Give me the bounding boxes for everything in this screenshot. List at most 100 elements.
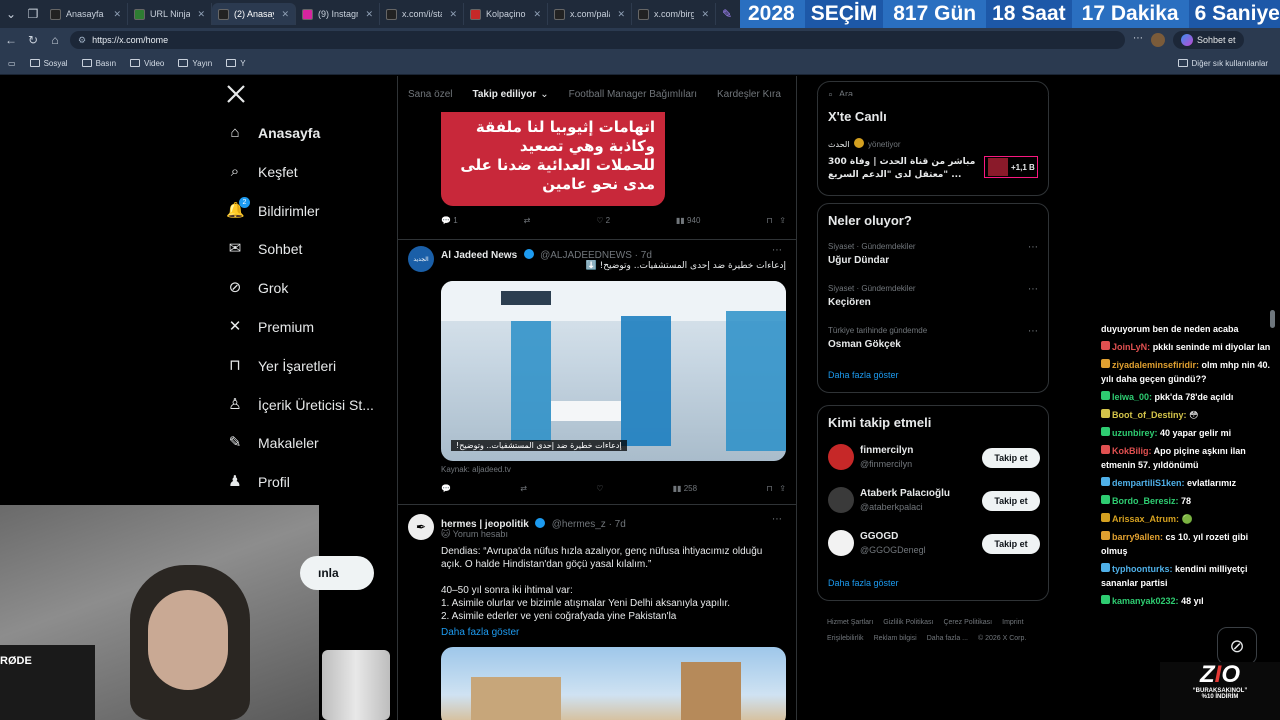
like-button[interactable]: ♡ 2: [596, 216, 610, 225]
trend-item[interactable]: Siyaset · Gündemdekiler Keçiören ⋯: [828, 284, 1040, 308]
back-icon[interactable]: ←: [0, 33, 22, 47]
avatar[interactable]: [828, 444, 854, 470]
live-account[interactable]: الحدث: [828, 140, 850, 149]
timeline-tab-1[interactable]: Takip ediliyor: [472, 89, 536, 100]
reading-list-icon[interactable]: ▭: [8, 59, 16, 68]
sidebar-item-7[interactable]: ♙ İçerik Üreticisi St...: [226, 396, 374, 414]
sidebar-item-1[interactable]: ⌕ Keşfet: [226, 163, 298, 181]
tweet-3[interactable]: ✒ hermes | jeopolitik @hermes_z · 7d ⋯ 🐱…: [398, 506, 796, 720]
repost-button[interactable]: ⇄: [520, 484, 527, 493]
timeline-tab-2[interactable]: Football Manager Bağımlıları: [569, 89, 697, 100]
browser-tab[interactable]: x.com/i/statu ✕: [380, 3, 464, 25]
follow-suggestion[interactable]: finmercilyn @finmercilyn Takip et: [828, 444, 1040, 474]
tweet-2[interactable]: الجديد Al Jadeed News @ALJADEEDNEWS · 7d…: [398, 240, 796, 505]
more-icon[interactable]: ⋯: [772, 514, 782, 525]
footer-link[interactable]: Hizmet Şartları: [827, 615, 873, 631]
sidebar-item-8[interactable]: ✎ Makaleler: [226, 434, 319, 452]
tweet-1[interactable]: اتهامات إثيوبيا لنا ملفقة وكاذبة وهي تصعي…: [398, 112, 796, 240]
more-icon[interactable]: ⋯: [772, 245, 782, 256]
extensions-icon[interactable]: ⋯: [1133, 33, 1143, 47]
footer-link[interactable]: Gizlilik Politikası: [883, 615, 933, 631]
footer-link[interactable]: Çerez Politikası: [943, 615, 992, 631]
bookmark-folder[interactable]: Basın: [81, 59, 116, 68]
tab-close-icon[interactable]: ✕: [365, 9, 373, 20]
browser-tab[interactable]: Kolpaçino Ba ✕: [464, 3, 548, 25]
chat-button[interactable]: Sohbet et: [1173, 31, 1244, 49]
tweet-3-handle[interactable]: @hermes_z · 7d: [552, 519, 626, 530]
trend-item[interactable]: Türkiye tarihinde gündemde Osman Gökçek ⋯: [828, 326, 1040, 350]
views-button[interactable]: ▮▮ 258: [673, 484, 697, 493]
more-icon[interactable]: ⋯: [1028, 242, 1038, 253]
bookmark-folder[interactable]: Yayın: [178, 59, 212, 68]
tweet-2-avatar[interactable]: الجديد: [408, 246, 434, 272]
url-input[interactable]: ⚙ https://x.com/home: [70, 31, 1125, 49]
sidebar-item-3[interactable]: ✉ Sohbet: [226, 240, 303, 258]
footer-link[interactable]: Erişilebilirlik: [827, 631, 864, 647]
follow-button[interactable]: Takip et: [982, 491, 1040, 511]
workspaces-icon[interactable]: ❐: [22, 7, 44, 21]
live-text[interactable]: مباشر من قناة الحدث | وفاة 300 معتقل لدى…: [828, 156, 978, 182]
bookmark-folder[interactable]: Sosyal: [29, 59, 68, 68]
sidebar-item-6[interactable]: ⊓ Yer İşaretleri: [226, 357, 336, 375]
tweet-1-image[interactable]: اتهامات إثيوبيا لنا ملفقة وكاذبة وهي تصعي…: [441, 112, 665, 206]
views-button[interactable]: ▮▮ 940: [676, 216, 700, 225]
sidebar-item-4[interactable]: ⊘ Grok: [226, 279, 289, 297]
footer-link[interactable]: Daha fazla ...: [927, 631, 968, 647]
timeline-tab-0[interactable]: Sana özel: [408, 89, 452, 100]
tab-close-icon[interactable]: ✕: [449, 9, 457, 20]
follow-button[interactable]: Takip et: [982, 534, 1040, 554]
other-bookmarks[interactable]: Diğer sık kullanılanlar: [1177, 59, 1268, 68]
tab-close-icon[interactable]: ✕: [281, 9, 289, 20]
reply-button[interactable]: 💬: [441, 484, 451, 493]
avatar[interactable]: [828, 530, 854, 556]
reply-button[interactable]: 💬 1: [441, 216, 458, 225]
more-icon[interactable]: ⋯: [1028, 326, 1038, 337]
chevron-down-icon[interactable]: ⌄: [540, 89, 548, 100]
home-browser-icon[interactable]: ⌂: [44, 33, 66, 47]
site-info-icon[interactable]: ⚙: [78, 35, 86, 46]
tweet-2-source[interactable]: Kaynak: aljadeed.tv: [441, 465, 511, 474]
tab-close-icon[interactable]: ✕: [197, 9, 205, 20]
repost-button[interactable]: ⇄: [524, 216, 531, 225]
live-count-badge[interactable]: +1,1 B: [984, 156, 1038, 178]
browser-tab[interactable]: x.com/birgul ✕: [632, 3, 716, 25]
sidebar-item-9[interactable]: ♟ Profil: [226, 473, 290, 491]
tab-close-icon[interactable]: ✕: [113, 9, 121, 20]
avatar[interactable]: [828, 487, 854, 513]
browser-tab[interactable]: Anasayfa / X ✕: [44, 3, 128, 25]
follow-suggestion[interactable]: Ataberk Palacıoğlu @ataberkpalaci Takip et: [828, 487, 1040, 517]
profile-avatar[interactable]: [1151, 33, 1165, 47]
trends-show-more[interactable]: Daha fazla göster: [828, 370, 899, 380]
tab-menu-icon[interactable]: ⌄: [0, 7, 22, 21]
browser-tab[interactable]: (2) Anasayfa ✕: [212, 3, 296, 25]
bookmark-folder[interactable]: Y: [226, 59, 246, 68]
more-icon[interactable]: ⋯: [1028, 284, 1038, 295]
tweet-3-avatar[interactable]: ✒: [408, 514, 434, 540]
browser-tab[interactable]: (9) Instagram ✕: [296, 3, 380, 25]
footer-link[interactable]: © 2026 X Corp.: [978, 631, 1026, 647]
browser-tab[interactable]: URL Ninja (2... ✕: [128, 3, 212, 25]
follow-show-more[interactable]: Daha fazla göster: [828, 578, 899, 588]
bookmark-folder[interactable]: Video: [130, 59, 164, 68]
tab-close-icon[interactable]: ✕: [701, 9, 709, 20]
tab-close-icon[interactable]: ✕: [533, 9, 541, 20]
tweet-3-image[interactable]: [441, 647, 786, 720]
tab-close-icon[interactable]: ✕: [617, 9, 625, 20]
timeline-tab-3[interactable]: Kardeşler Kıra: [717, 89, 781, 100]
show-more-link[interactable]: Daha fazla göster: [441, 627, 519, 638]
sidebar-item-0[interactable]: ⌂ Anasayfa: [226, 124, 320, 142]
footer-link[interactable]: Reklam bilgisi: [874, 631, 917, 647]
browser-tab[interactable]: x.com/palaz ✕: [548, 3, 632, 25]
sidebar-item-5[interactable]: ✕ Premium: [226, 318, 314, 336]
bookmark-tweet-button[interactable]: ⊓ ⇪: [766, 484, 786, 493]
post-button-partial[interactable]: ınla: [300, 556, 374, 590]
sidebar-item-2[interactable]: 🔔 2 Bildirimler: [226, 196, 319, 220]
grok-float-button[interactable]: ⊘: [1217, 627, 1257, 665]
follow-button[interactable]: Takip et: [982, 448, 1040, 468]
follow-suggestion[interactable]: GGOGD @GGOGDenegl Takip et: [828, 530, 1040, 560]
copilot-icon[interactable]: ✎: [716, 7, 738, 21]
refresh-icon[interactable]: ↻: [22, 33, 44, 47]
footer-link[interactable]: Imprint: [1002, 615, 1023, 631]
trend-item[interactable]: Siyaset · Gündemdekiler Uğur Dündar ⋯: [828, 242, 1040, 266]
x-logo-icon[interactable]: [226, 84, 246, 104]
